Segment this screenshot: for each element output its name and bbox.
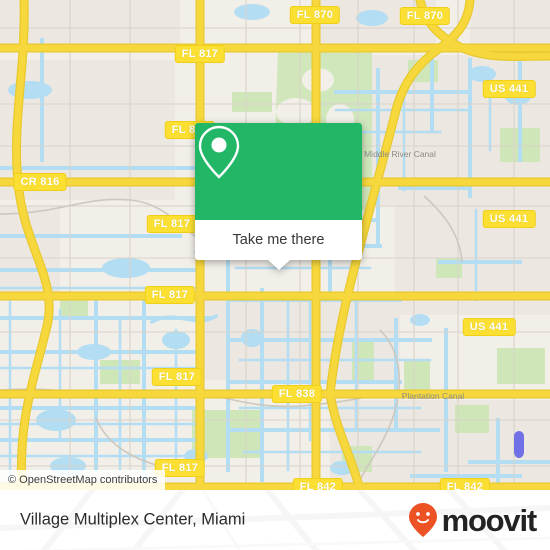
road-shield[interactable]: FL 817 [144, 286, 196, 304]
take-me-there-label: Take me there [232, 232, 325, 248]
popup-pointer-tail [267, 260, 290, 270]
moovit-map-screenshot: FL 870 FL 870 FL 817 US 441 FL 817 CR 81… [0, 0, 550, 550]
osm-attribution[interactable]: © OpenStreetMap contributors [0, 470, 166, 490]
road-shield[interactable]: FL 870 [399, 7, 451, 25]
map-pin-icon [198, 125, 240, 179]
map-feature-label: Plantation Canal [401, 391, 465, 401]
road-shield[interactable]: FL 817 [174, 45, 226, 63]
moovit-wordmark: moovit [441, 502, 538, 538]
road-shield[interactable]: FL 842 [292, 478, 344, 490]
moovit-smiley-pin-icon [408, 503, 437, 537]
road-shield[interactable]: US 441 [482, 210, 536, 228]
road-shield[interactable]: FL 870 [289, 6, 341, 24]
road-shield[interactable]: CR 816 [13, 173, 67, 191]
popup-action-bar[interactable]: Take me there [195, 220, 362, 270]
moovit-logo[interactable]: moovit [408, 502, 538, 538]
road-shield[interactable]: FL 838 [271, 385, 323, 403]
road-shield[interactable]: FL 817 [151, 368, 203, 386]
road-shield[interactable]: FL 817 [146, 215, 198, 233]
road-shield[interactable]: US 441 [482, 80, 536, 98]
footer-bar: Village Multiplex Center, Miami moovit [0, 490, 550, 550]
map-feature-label: Middle River Canal [364, 149, 436, 159]
place-title: Village Multiplex Center, Miami [20, 510, 246, 529]
road-shield[interactable]: US 441 [462, 318, 516, 336]
road-shield[interactable]: FL 842 [439, 478, 491, 490]
destination-popup[interactable]: Take me there [195, 123, 362, 270]
popup-image-area [195, 123, 362, 220]
map-canvas[interactable]: FL 870 FL 870 FL 817 US 441 FL 817 CR 81… [0, 0, 550, 490]
